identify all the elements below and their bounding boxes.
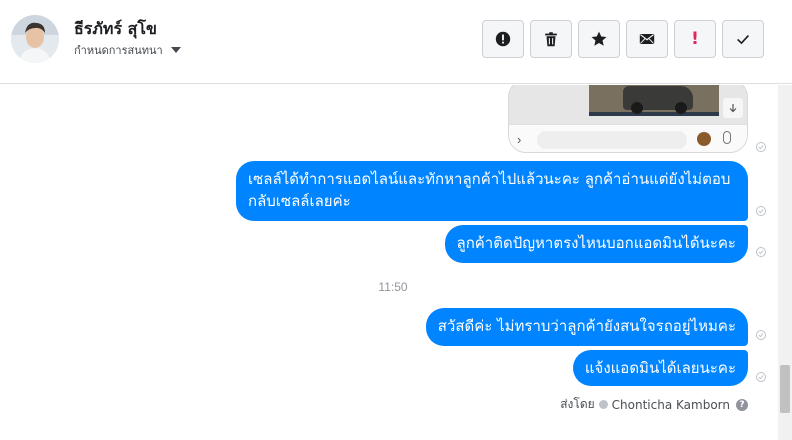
assign-conversation-dropdown[interactable]: กำหนดการสนทนา (74, 41, 181, 59)
alert-circle-icon (495, 31, 511, 47)
mark-done-button[interactable] (722, 20, 764, 58)
message-bubble[interactable]: สวัสดีค่ะ ไม่ทราบว่าลูกค้ายังสนใจรถอยู่ไ… (425, 308, 748, 346)
caret-down-icon (170, 47, 181, 53)
message-bubble[interactable]: ลูกค้าติดปัญหาตรงไหนบอกแอดมินได้นะคะ (444, 225, 748, 263)
delivered-check-icon (756, 142, 766, 152)
action-toolbar: ! (482, 20, 764, 58)
delete-button[interactable] (530, 20, 572, 58)
attachment-photo-area (509, 85, 747, 124)
help-icon[interactable]: ? (736, 398, 748, 411)
attachment-input-shape (537, 131, 687, 149)
star-button[interactable] (578, 20, 620, 58)
image-attachment[interactable]: › (508, 85, 748, 153)
conversation-header: ธีรภัทร์ สุโข กำหนดการสนทนา ! (0, 0, 792, 84)
report-button[interactable] (482, 20, 524, 58)
scroll-down-icon (723, 98, 743, 118)
exclamation-icon: ! (691, 29, 699, 49)
delivered-check-icon (756, 330, 766, 340)
scrollbar-thumb[interactable] (780, 365, 790, 413)
delivered-check-icon (756, 206, 766, 216)
mark-important-button[interactable]: ! (674, 20, 716, 58)
message-bubble[interactable]: แจ้งแอดมินได้เลยนะคะ (572, 350, 748, 386)
check-icon (737, 35, 749, 45)
contact-name: ธีรภัทร์ สุโข (74, 19, 157, 38)
delivered-check-icon (756, 247, 766, 257)
trash-icon (545, 32, 557, 47)
sender-name[interactable]: Chonticha Kamborn (612, 398, 730, 412)
attachment-chat-bar: › (509, 124, 747, 152)
mark-unread-button[interactable] (626, 20, 668, 58)
wheel-shape (631, 102, 643, 114)
sent-by-label: ส่งโดย (560, 397, 595, 411)
sent-by-info: ส่งโดย Chonticha Kamborn ? (560, 395, 748, 414)
message-timestamp: 11:50 (378, 280, 408, 294)
mic-icon (723, 131, 731, 144)
conversation-panel[interactable]: › เซลล์ได้ทำการแอดไลน์และทักหาลูกค้าไปแล… (0, 85, 792, 440)
sticker-icon (697, 132, 711, 146)
message-bubble[interactable]: เซลล์ได้ทำการแอดไลน์และทักหาลูกค้าไปแล้ว… (236, 161, 748, 221)
delivered-check-icon (756, 372, 766, 382)
assign-label: กำหนดการสนทนา (74, 44, 163, 57)
envelope-icon (639, 34, 655, 44)
wheel-shape (675, 102, 687, 114)
chevron-right-icon: › (517, 132, 522, 147)
avatar[interactable] (11, 15, 59, 63)
sender-status-icon (598, 400, 608, 409)
conversation-scrollbar[interactable] (778, 85, 792, 440)
star-icon (591, 31, 607, 46)
